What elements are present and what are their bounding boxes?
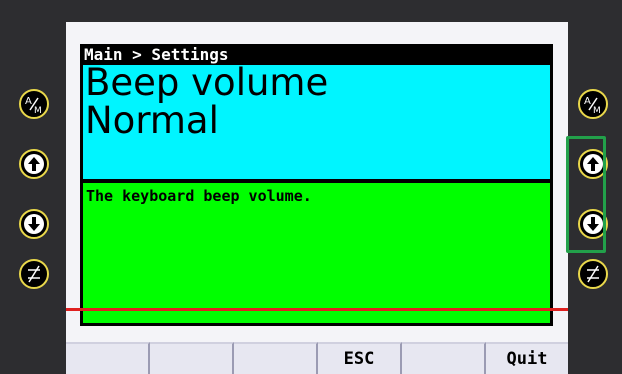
- arrow-down-icon: [24, 214, 44, 234]
- adjust-icon: [28, 265, 40, 283]
- up-down-highlight: [566, 136, 606, 253]
- svg-text:A: A: [584, 96, 591, 107]
- description-panel: The keyboard beep volume.: [82, 182, 551, 324]
- hmi-screen: Main > Settings Beep volume Normal The k…: [66, 22, 568, 374]
- adjust-icon: [587, 265, 599, 283]
- softkey-bar: ESC Quit: [66, 342, 568, 374]
- left-adjust-button[interactable]: [19, 259, 49, 289]
- setting-description: The keyboard beep volume.: [86, 187, 312, 205]
- softkey-2[interactable]: [150, 342, 234, 374]
- divider-line: [66, 308, 568, 311]
- left-bezel: [0, 0, 66, 374]
- setting-name: Beep volume: [85, 61, 329, 104]
- esc-button[interactable]: ESC: [318, 342, 402, 374]
- svg-text:M: M: [34, 106, 42, 116]
- softkey-1[interactable]: [66, 342, 150, 374]
- auto-manual-icon: A M: [584, 96, 601, 116]
- softkey-3[interactable]: [234, 342, 318, 374]
- arrow-up-icon: [24, 154, 44, 174]
- setting-title-panel: Beep volume Normal: [82, 61, 551, 180]
- right-adjust-button[interactable]: [578, 259, 608, 289]
- left-auto-manual-button[interactable]: A M: [19, 89, 49, 119]
- right-auto-manual-button[interactable]: A M: [578, 89, 608, 119]
- screen-content: Main > Settings Beep volume Normal The k…: [80, 44, 553, 326]
- quit-button[interactable]: Quit: [486, 342, 568, 374]
- setting-value[interactable]: Normal: [85, 101, 219, 141]
- softkey-5[interactable]: [402, 342, 486, 374]
- left-down-button[interactable]: [19, 209, 49, 239]
- svg-text:M: M: [593, 106, 601, 116]
- svg-text:A: A: [25, 96, 32, 107]
- auto-manual-icon: A M: [25, 96, 42, 116]
- left-up-button[interactable]: [19, 149, 49, 179]
